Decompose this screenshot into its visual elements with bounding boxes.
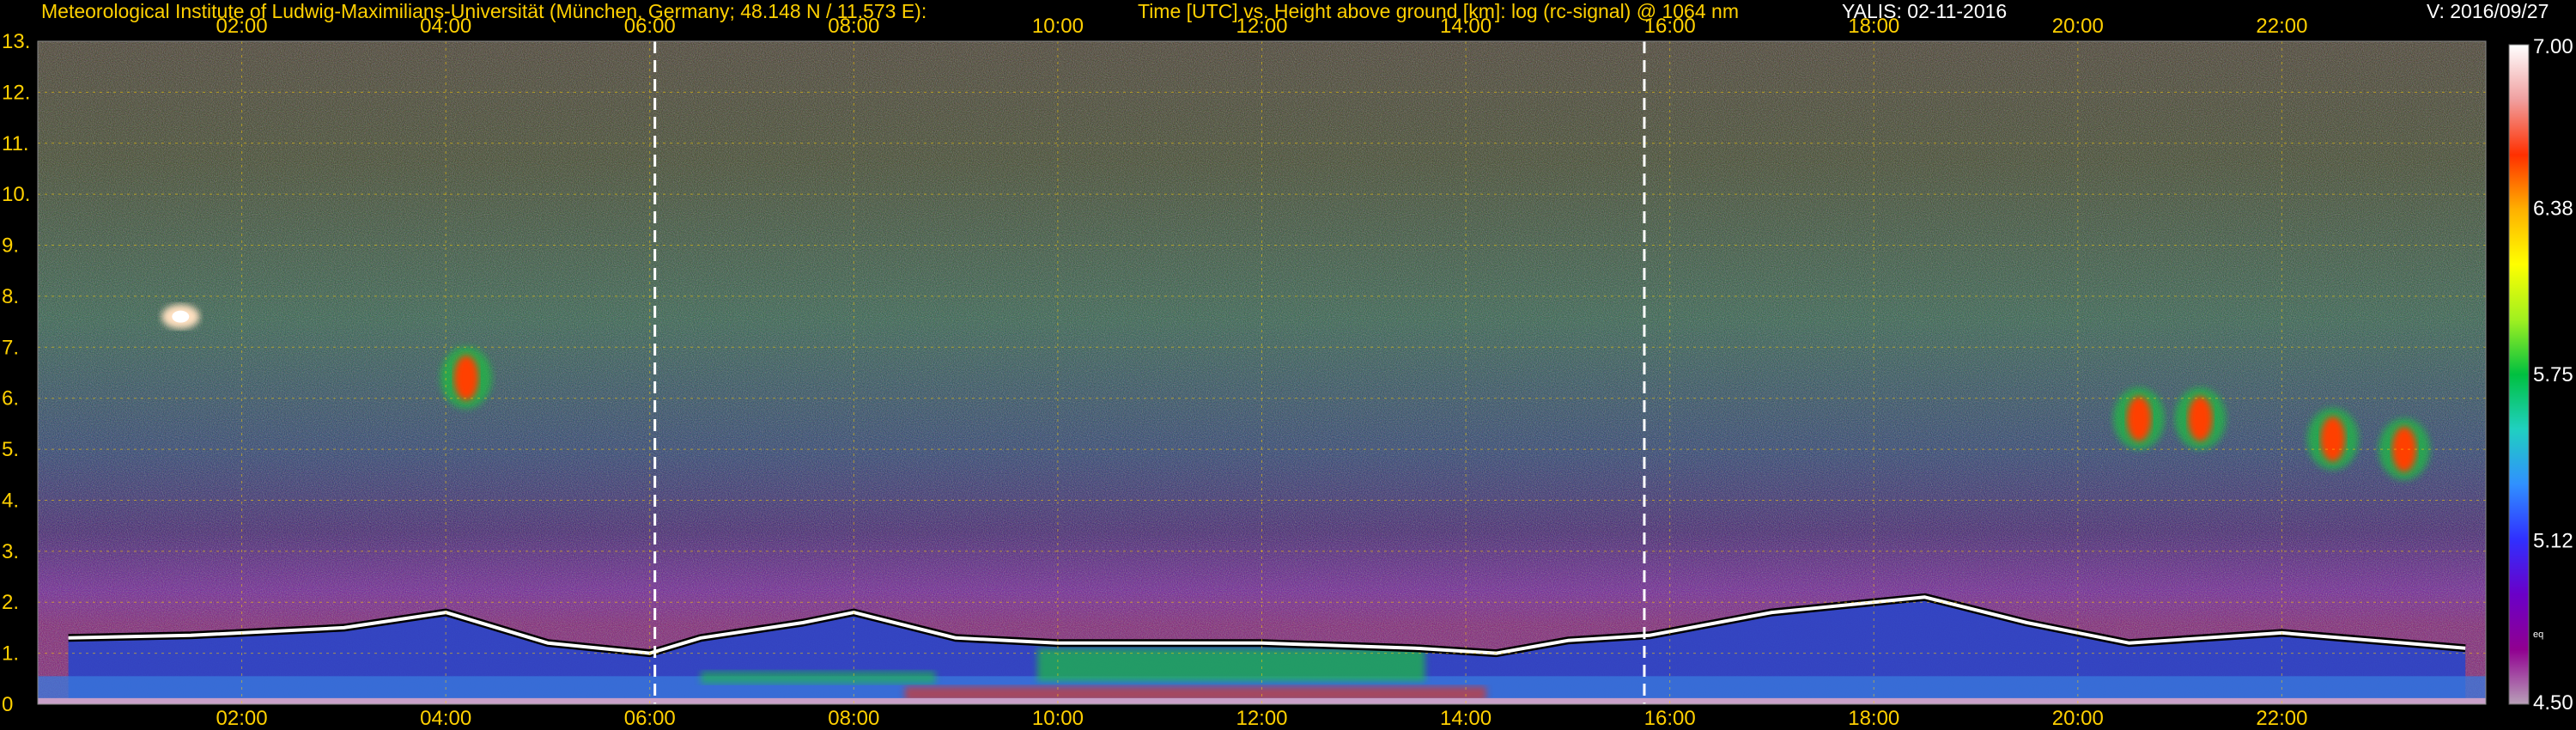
cloud-2: [2127, 396, 2152, 441]
colorbar: [2508, 44, 2530, 705]
y-tick-label: 0: [2, 693, 13, 716]
y-tick-label: 5.: [2, 438, 19, 461]
midday-green-band: [1037, 648, 1425, 682]
colorbar-small-label: eq: [2533, 630, 2543, 640]
x-tick-label-bottom: 06:00: [624, 707, 676, 730]
colorbar-label: 7.00: [2533, 35, 2573, 58]
x-tick-label-top: 16:00: [1644, 15, 1696, 38]
x-tick-label-bottom: 08:00: [828, 707, 879, 730]
y-tick-label: 10.: [2, 183, 30, 206]
x-tick-label-top: 18:00: [1848, 15, 1899, 38]
y-tick-label: 4.: [2, 489, 19, 512]
x-tick-label-bottom: 12:00: [1236, 707, 1287, 730]
x-tick-label-top: 14:00: [1440, 15, 1492, 38]
x-tick-label-bottom: 18:00: [1848, 707, 1899, 730]
cloud-core-0: [172, 310, 190, 323]
y-tick-label: 1.: [2, 642, 19, 666]
x-tick-label-bottom: 14:00: [1440, 707, 1492, 730]
x-tick-label-top: 22:00: [2256, 15, 2307, 38]
y-tick-label: 13.: [2, 30, 30, 53]
x-tick-label-top: 04:00: [420, 15, 471, 38]
x-tick-label-top: 06:00: [624, 15, 676, 38]
colorbar-label: 4.50: [2533, 691, 2573, 715]
y-tick-label: 9.: [2, 234, 19, 258]
x-tick-label-bottom: 10:00: [1032, 707, 1084, 730]
x-tick-label-top: 20:00: [2052, 15, 2104, 38]
x-tick-label-bottom: 20:00: [2052, 707, 2104, 730]
y-tick-label: 11.: [2, 132, 29, 155]
colorbar-label: 5.75: [2533, 363, 2573, 386]
x-tick-label-bottom: 22:00: [2256, 707, 2307, 730]
x-tick-label-bottom: 16:00: [1644, 707, 1696, 730]
lidar-plot: Meteorological Institute of Ludwig-Maxim…: [0, 0, 2576, 730]
y-tick-label: 6.: [2, 387, 19, 411]
x-tick-label-top: 12:00: [1236, 15, 1287, 38]
x-tick-label-top: 10:00: [1032, 15, 1084, 38]
lidar-heatmap-chart: 02:00 02:00 04:00 04:00 06:00 06:00 08:00 08:00…: [2, 15, 2573, 730]
cloud-1: [453, 355, 478, 400]
cloud-4: [2320, 417, 2345, 462]
cloud-3: [2188, 396, 2213, 441]
y-tick-label: 2.: [2, 591, 19, 614]
morning-green-band: [701, 671, 936, 684]
x-tick-label-bottom: 04:00: [420, 707, 471, 730]
y-tick-label: 8.: [2, 285, 19, 308]
colorbar-label: 6.38: [2533, 197, 2573, 220]
x-tick-label-top: 02:00: [216, 15, 268, 38]
x-tick-label-top: 08:00: [828, 15, 879, 38]
y-tick-label: 12.: [2, 81, 30, 104]
x-tick-label-bottom: 02:00: [216, 707, 268, 730]
colorbar-label: 5.12: [2533, 530, 2573, 553]
y-tick-label: 3.: [2, 540, 19, 563]
y-tick-label: 7.: [2, 336, 19, 359]
